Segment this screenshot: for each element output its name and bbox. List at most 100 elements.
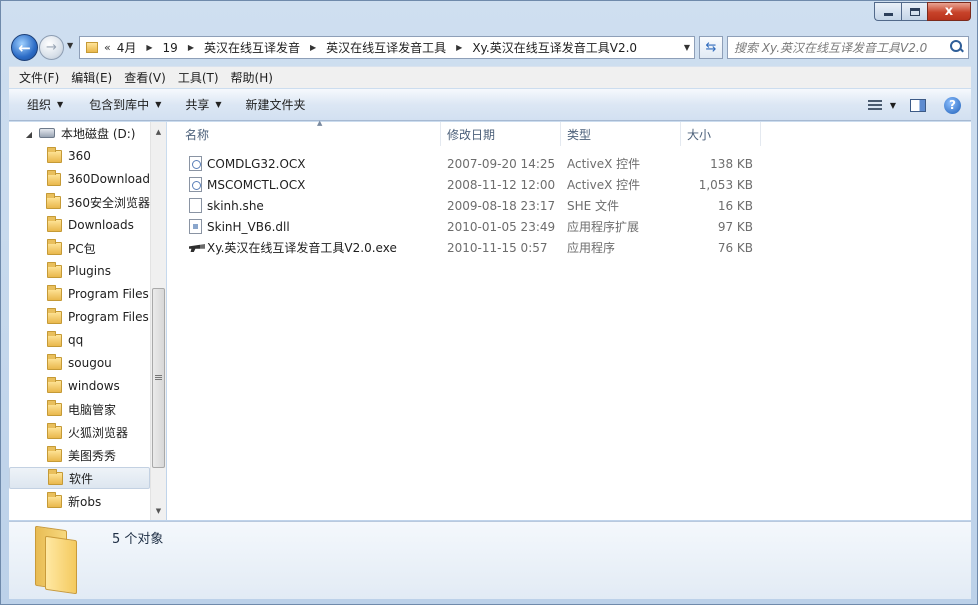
file-list: ▲ 名称 修改日期 类型 大小 COMDLG32.OCX 2007-09-20 1… — [167, 119, 971, 520]
breadcrumb-item[interactable]: 19 — [161, 37, 180, 58]
tree-item-label: windows — [68, 379, 120, 393]
folder-icon — [47, 261, 62, 278]
tree-item-folder[interactable]: PC包 — [9, 237, 150, 259]
tree-item-folder[interactable]: 新obs — [9, 490, 150, 512]
forward-arrow-icon: → — [46, 40, 57, 55]
breadcrumb-item[interactable]: 4月 — [115, 37, 139, 58]
folder-icon — [86, 42, 98, 53]
dll-file-icon — [189, 219, 202, 234]
file-date: 2010-01-05 23:49 — [447, 219, 556, 234]
help-icon[interactable]: ? — [944, 96, 961, 114]
breadcrumb-item-current[interactable]: Xy.英汉在线互译发音工具V2.0 — [470, 37, 639, 58]
tree-item-label: 本地磁盘 (D:) — [61, 126, 136, 141]
tree-item-folder[interactable]: 电脑管家 — [9, 398, 150, 420]
folder-icon — [46, 192, 62, 209]
minimize-icon — [883, 13, 893, 16]
back-arrow-icon: ← — [18, 38, 31, 57]
menu-tools[interactable]: 工具(T) — [172, 68, 225, 88]
new-folder-button[interactable]: 新建文件夹 — [238, 92, 314, 118]
scrollbar-thumb[interactable] — [152, 288, 165, 468]
preview-pane-icon[interactable] — [910, 98, 926, 112]
close-button[interactable]: x — [927, 2, 971, 21]
back-button[interactable]: ← — [11, 34, 38, 61]
file-icon — [189, 198, 202, 213]
navigation-scrollbar[interactable]: ▲ ▼ — [150, 122, 166, 520]
tree-item-folder[interactable]: sougou — [9, 352, 150, 374]
include-in-library-button[interactable]: 包含到库中 ▼ — [81, 92, 169, 118]
file-row[interactable]: MSCOMCTL.OCX 2008-11-12 12:00 ActiveX 控件 1,… — [167, 174, 767, 195]
tree-item-folder[interactable]: Program Files — [9, 283, 150, 305]
breadcrumb-item[interactable]: 英汉在线互译发音 — [202, 37, 302, 58]
command-bar: 组织 ▼ 包含到库中 ▼ 共享 ▼ 新建文件夹 ▼ ? — [9, 89, 971, 121]
file-type: ActiveX 控件 — [567, 178, 641, 192]
file-name: MSCOMCTL.OCX — [207, 177, 306, 192]
folder-large-icon — [31, 525, 89, 595]
tree-item-folder[interactable]: 美图秀秀 — [9, 444, 150, 466]
file-name: Xy.英汉在线互译发音工具V2.0.exe — [207, 241, 397, 255]
sort-ascending-icon: ▲ — [317, 119, 323, 127]
breadcrumb-overflow[interactable]: « — [104, 41, 111, 54]
grip-icon — [155, 375, 162, 381]
menu-help[interactable]: 帮助(H) — [225, 68, 279, 88]
search-input[interactable] — [734, 40, 946, 55]
forward-button[interactable]: → — [39, 35, 64, 60]
tree-item-folder[interactable]: 软件 — [9, 467, 150, 489]
scroll-down-icon[interactable]: ▼ — [151, 502, 166, 519]
address-dropdown-icon[interactable]: ▼ — [684, 43, 690, 52]
scroll-up-icon[interactable]: ▲ — [151, 123, 166, 140]
details-pane: 5 个对象 — [9, 521, 971, 599]
breadcrumb-item[interactable]: 英汉在线互译发音工具 — [324, 37, 448, 58]
breadcrumb-separator-icon[interactable]: ▶ — [310, 43, 316, 52]
menu-file[interactable]: 文件(F) — [13, 68, 65, 88]
refresh-button[interactable]: ⇆ — [699, 36, 723, 59]
tree-item-label: Program Files — [68, 310, 149, 324]
file-size: 138 KB — [710, 156, 753, 171]
collapse-icon[interactable]: ◢ — [23, 130, 35, 139]
tree-item-folder[interactable]: qq — [9, 329, 150, 351]
column-header-type[interactable]: 类型 — [561, 122, 681, 146]
tree-item-folder[interactable]: Plugins — [9, 260, 150, 282]
tree-item-label: Downloads — [68, 218, 134, 232]
search-icon[interactable] — [946, 37, 968, 58]
breadcrumb-separator-icon[interactable]: ▶ — [146, 43, 152, 52]
tree-item-drive[interactable]: ◢ 本地磁盘 (D:) — [9, 122, 150, 144]
view-dropdown-icon[interactable]: ▼ — [890, 101, 896, 110]
address-bar[interactable]: « 4月 ▶ 19 ▶ 英汉在线互译发音 ▶ 英汉在线互译发音工具 ▶ Xy.英… — [79, 36, 695, 59]
breadcrumb-separator-icon[interactable]: ▶ — [188, 43, 194, 52]
tree-item-folder[interactable]: 火狐浏览器 — [9, 421, 150, 443]
tree-item-label: 360 — [68, 149, 91, 163]
maximize-button[interactable] — [901, 2, 927, 21]
menu-edit[interactable]: 编辑(E) — [65, 68, 118, 88]
file-name: skinh.she — [207, 198, 264, 213]
file-type: ActiveX 控件 — [567, 157, 641, 171]
recent-pages-dropdown[interactable]: ▼ — [67, 41, 73, 50]
tree-item-folder[interactable]: windows — [9, 375, 150, 397]
folder-icon — [46, 169, 62, 186]
application-icon — [189, 244, 205, 252]
folder-icon — [47, 422, 62, 439]
file-row[interactable]: COMDLG32.OCX 2007-09-20 14:25 ActiveX 控件 13… — [167, 153, 767, 174]
file-row[interactable]: skinh.she 2009-08-18 23:17 SHE 文件 16 KB — [167, 195, 767, 216]
change-view-button[interactable] — [860, 93, 890, 117]
tree-item-label: 360安全浏览器 — [67, 195, 150, 210]
column-header-date[interactable]: 修改日期 — [441, 122, 561, 146]
share-button[interactable]: 共享 ▼ — [177, 92, 229, 118]
column-header-size[interactable]: 大小 — [681, 122, 761, 146]
file-row[interactable]: Xy.英汉在线互译发音工具V2.0.exe 2010-11-15 0:57 应用程序… — [167, 237, 767, 258]
minimize-button[interactable] — [874, 2, 901, 21]
file-size: 16 KB — [717, 198, 753, 213]
file-row[interactable]: SkinH_VB6.dll 2010-01-05 23:49 应用程序扩展 97 KB — [167, 216, 767, 237]
menu-view[interactable]: 查看(V) — [118, 68, 172, 88]
tree-item-folder[interactable]: Downloads — [9, 214, 150, 236]
search-box[interactable] — [727, 36, 969, 59]
details-view-icon — [867, 100, 882, 110]
tree-item-folder[interactable]: Program Files — [9, 306, 150, 328]
tree-item-folder[interactable]: 360安全浏览器 — [9, 191, 150, 213]
tree-item-folder[interactable]: 360 — [9, 145, 150, 167]
refresh-icon: ⇆ — [705, 40, 717, 55]
breadcrumb-separator-icon[interactable]: ▶ — [456, 43, 462, 52]
tree-item-label: sougou — [68, 356, 112, 370]
column-header-name[interactable]: ▲ 名称 — [179, 119, 441, 146]
organize-button[interactable]: 组织 ▼ — [19, 92, 71, 118]
tree-item-folder[interactable]: 360Download — [9, 168, 150, 190]
